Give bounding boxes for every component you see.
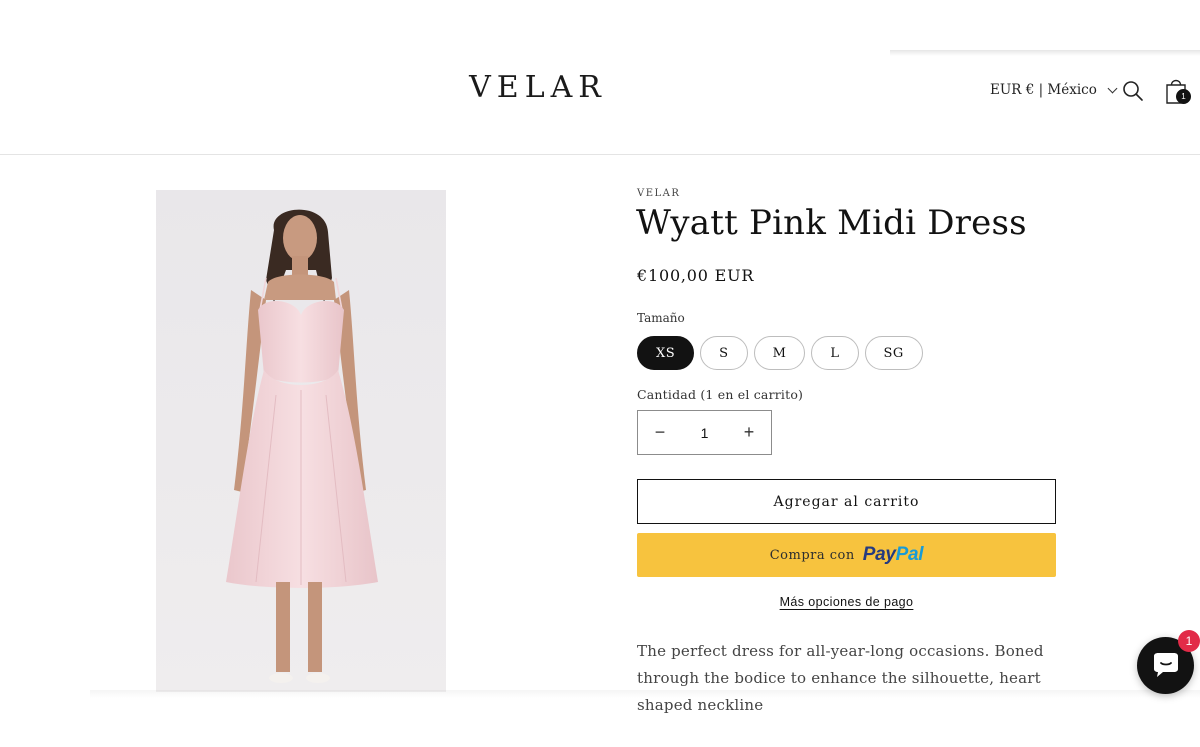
size-label: Tamaño — [637, 311, 685, 325]
size-option-m[interactable]: M — [753, 336, 806, 370]
paypal-checkout-button[interactable]: Compra con PayPal — [637, 533, 1056, 577]
quantity-decrease-button[interactable]: − — [638, 411, 682, 454]
chevron-down-icon — [1107, 83, 1118, 93]
quantity-input[interactable]: 1 — [685, 425, 725, 441]
search-icon[interactable] — [1122, 80, 1144, 102]
model-dress-illustration — [156, 190, 446, 692]
size-option-sg[interactable]: SG — [864, 336, 923, 370]
more-payment-options-link[interactable]: Más opciones de pago — [637, 595, 1056, 609]
product-image[interactable] — [156, 190, 446, 692]
chat-notification-badge: 1 — [1178, 630, 1200, 652]
currency-country-selector[interactable]: EUR € | México — [990, 82, 1118, 98]
product-vendor: VELAR — [637, 188, 681, 199]
size-option-s[interactable]: S — [700, 336, 748, 370]
add-to-cart-button[interactable]: Agregar al carrito — [637, 479, 1056, 524]
locale-label: EUR € | México — [990, 82, 1097, 98]
quantity-label: Cantidad (1 en el carrito) — [637, 387, 804, 402]
store-logo[interactable]: VELAR — [0, 70, 1076, 105]
quantity-increase-button[interactable]: + — [727, 411, 771, 454]
paypal-prefix: Compra con — [769, 547, 855, 563]
size-options: XS S M L SG — [637, 336, 923, 370]
header-dropdown-shadow — [890, 50, 1200, 56]
product-title: Wyatt Pink Midi Dress — [636, 203, 1027, 243]
cart-count-badge: 1 — [1176, 89, 1191, 104]
size-option-l[interactable]: L — [811, 336, 859, 370]
product-description: The perfect dress for all-year-long occa… — [637, 642, 1044, 714]
quantity-stepper: − 1 + — [637, 410, 772, 455]
site-header: VELAR EUR € | México 1 — [0, 0, 1200, 155]
size-option-xs[interactable]: XS — [637, 336, 695, 370]
chat-bubble-icon — [1153, 652, 1178, 677]
paypal-logo: PayPal — [862, 544, 924, 565]
product-price: €100,00 EUR — [637, 266, 755, 285]
